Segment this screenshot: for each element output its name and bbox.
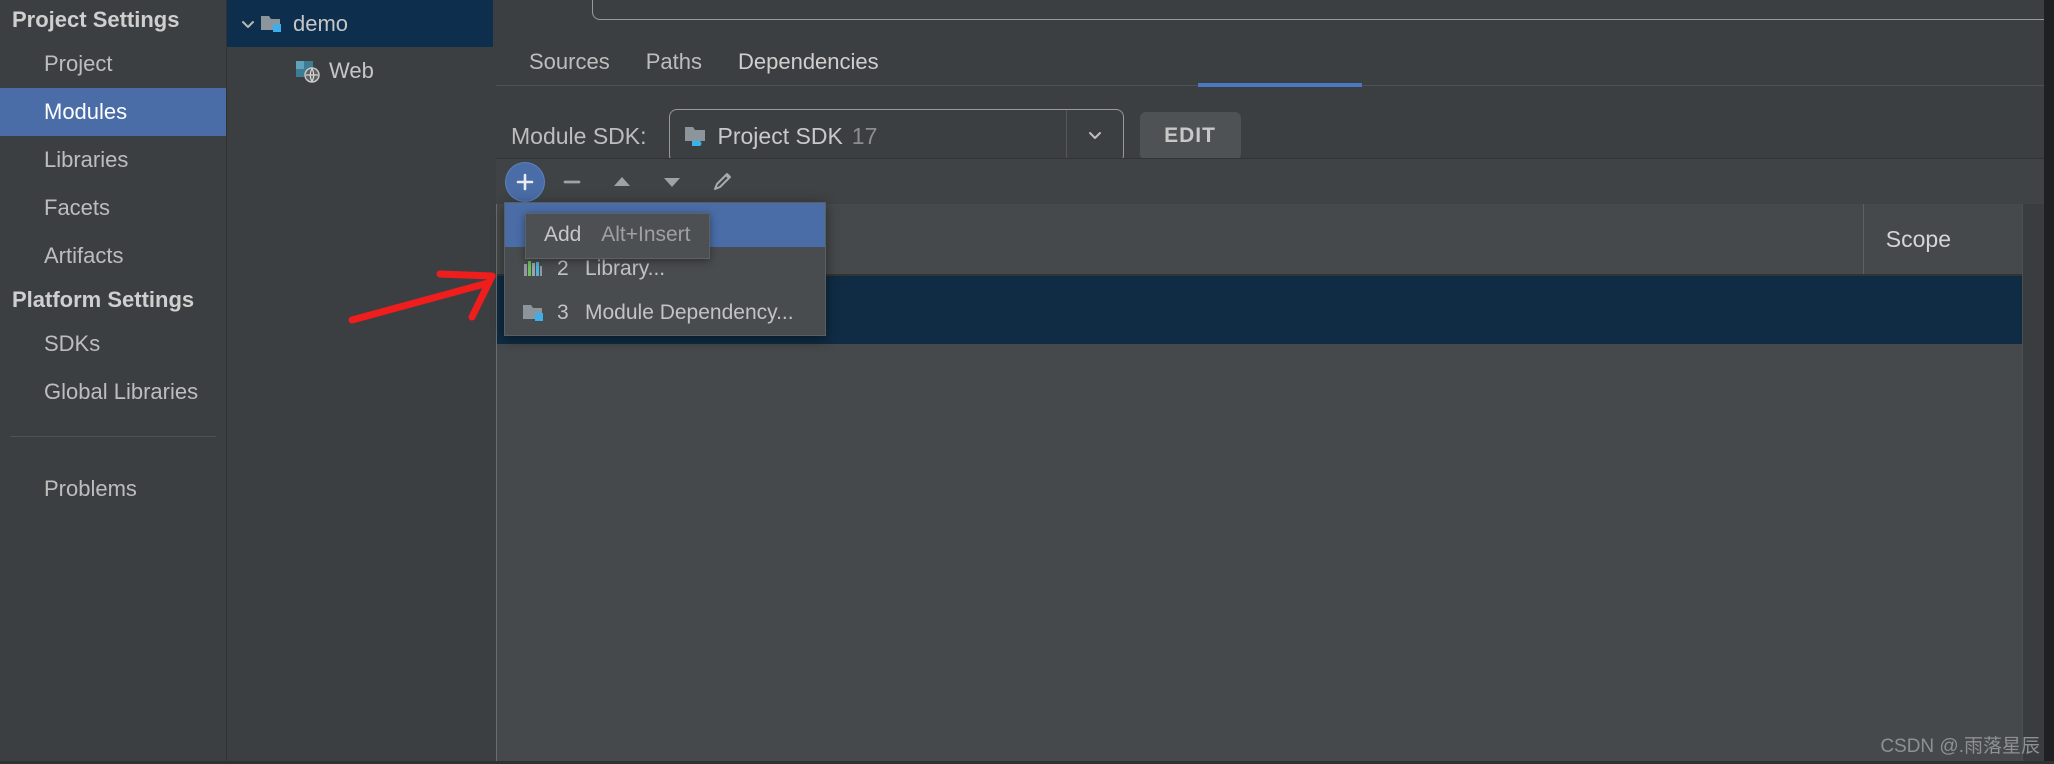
jdk-folder-icon	[684, 124, 710, 148]
library-icon	[521, 258, 547, 280]
csdn-watermark: CSDN @.雨落星辰	[1880, 736, 2040, 757]
module-name-input[interactable]	[592, 0, 2054, 20]
tooltip-label: Add	[544, 223, 582, 246]
settings-sidebar: Project Settings Project Modules Librari…	[0, 0, 226, 764]
chevron-down-icon[interactable]	[237, 15, 259, 33]
module-sdk-version: 17	[851, 122, 878, 149]
module-editor-panel: Sources Paths Dependencies Module SDK: P…	[493, 0, 2054, 764]
menu-item-mnemonic: 2	[557, 257, 569, 280]
remove-button[interactable]	[550, 160, 594, 204]
tab-paths[interactable]: Paths	[628, 49, 720, 87]
menu-item-label: Module Dependency...	[585, 301, 794, 324]
edit-sdk-button[interactable]: EDIT	[1139, 112, 1241, 160]
module-folder-icon	[259, 13, 285, 35]
module-folder-icon	[521, 302, 547, 324]
sidebar-group-platform-settings: Platform Settings	[12, 287, 195, 312]
dependencies-toolbar	[496, 158, 2051, 206]
sidebar-item-facets[interactable]: Facets	[0, 184, 226, 232]
sidebar-item-artifacts[interactable]: Artifacts	[0, 232, 226, 280]
web-facet-icon	[295, 59, 321, 83]
edit-pencil-icon[interactable]	[700, 160, 744, 204]
add-button[interactable]	[506, 163, 544, 201]
menu-item-module-dependency[interactable]: 3 Module Dependency...	[505, 291, 825, 335]
move-up-button[interactable]	[600, 160, 644, 204]
tree-node-label: Web	[329, 57, 374, 83]
module-sdk-dropdown[interactable]: Project SDK 17	[668, 109, 1124, 163]
module-sdk-label: Module SDK:	[511, 122, 647, 149]
sidebar-item-problems[interactable]: Problems	[0, 465, 226, 513]
settings-dialog: Project Settings Project Modules Librari…	[0, 0, 2054, 764]
tab-dependencies[interactable]: Dependencies	[720, 49, 897, 87]
modules-tree-panel: demo Web	[226, 0, 494, 764]
menu-item-mnemonic: 3	[557, 301, 569, 324]
tree-node-demo[interactable]: demo	[227, 0, 493, 47]
tree-node-label: demo	[293, 10, 349, 36]
dialog-right-edge	[2044, 0, 2054, 764]
tree-node-web[interactable]: Web	[227, 47, 493, 94]
sidebar-item-sdks[interactable]: SDKs	[0, 320, 226, 368]
chevron-down-icon[interactable]	[1065, 110, 1123, 160]
sidebar-item-project[interactable]: Project	[0, 40, 226, 88]
sidebar-item-libraries[interactable]: Libraries	[0, 136, 226, 184]
sidebar-item-modules[interactable]: Modules	[0, 88, 226, 136]
menu-item-label: Library...	[585, 257, 666, 280]
column-header-scope[interactable]: Scope	[1862, 204, 1951, 274]
tab-sources[interactable]: Sources	[511, 49, 628, 87]
add-tooltip: Add Alt+Insert	[525, 213, 710, 259]
module-sdk-value: Project SDK	[717, 122, 843, 149]
module-tabs: Sources Paths Dependencies	[493, 35, 2054, 87]
active-tab-indicator	[1198, 83, 1362, 87]
move-down-button[interactable]	[650, 160, 694, 204]
sidebar-item-global-libraries[interactable]: Global Libraries	[0, 368, 226, 416]
sidebar-group-project-settings: Project Settings	[12, 7, 180, 32]
tooltip-shortcut: Alt+Insert	[601, 223, 691, 246]
